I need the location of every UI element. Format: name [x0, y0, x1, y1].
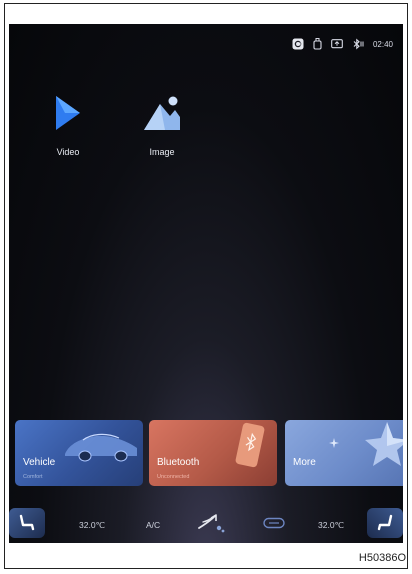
- bluetooth-card-title: Bluetooth: [157, 457, 200, 468]
- bluetooth-icon[interactable]: [352, 38, 364, 50]
- fan-airflow-icon[interactable]: [197, 512, 227, 534]
- vehicle-card[interactable]: Vehicle Comfort: [15, 420, 143, 486]
- phone-icon: [235, 422, 265, 468]
- more-card-title: More: [293, 457, 316, 468]
- bluetooth-card[interactable]: Bluetooth Unconnected: [149, 420, 277, 486]
- ac-button[interactable]: A/C: [146, 520, 160, 530]
- figure-code: H50386O: [358, 552, 406, 564]
- apple-carplay-icon[interactable]: [292, 38, 304, 50]
- vehicle-card-title: Vehicle: [23, 457, 56, 468]
- clock: 02:40: [372, 39, 393, 49]
- star-icon: [365, 422, 403, 466]
- left-temperature[interactable]: 32.0℃: [79, 520, 105, 531]
- sparkle-icon: [329, 438, 339, 448]
- car-icon: [65, 433, 137, 462]
- image-app[interactable]: Image: [144, 94, 180, 157]
- video-play-icon: [53, 94, 83, 134]
- climate-bar: 32.0℃ A/C 32.0℃: [9, 500, 403, 543]
- recirculation-icon[interactable]: [263, 517, 285, 529]
- screen-mirror-icon[interactable]: [331, 38, 343, 50]
- image-app-label: Image: [149, 147, 175, 157]
- infotainment-screen: 02:40 Video Image Vehicle Comfort Blueto…: [9, 24, 403, 543]
- usb-icon[interactable]: [313, 38, 322, 50]
- left-seat-button[interactable]: [9, 508, 45, 538]
- more-card[interactable]: More: [285, 420, 403, 486]
- video-app[interactable]: Video: [53, 94, 83, 157]
- video-app-label: Video: [56, 147, 80, 157]
- right-seat-icon: [377, 514, 393, 531]
- bluetooth-card-subtitle: Unconnected: [157, 474, 190, 480]
- status-bar: 02:40: [292, 38, 393, 50]
- left-seat-icon: [19, 514, 35, 531]
- right-temperature[interactable]: 32.0℃: [318, 520, 344, 531]
- image-gallery-icon: [144, 94, 180, 134]
- right-seat-button[interactable]: [367, 508, 403, 538]
- vehicle-card-subtitle: Comfort: [23, 474, 43, 480]
